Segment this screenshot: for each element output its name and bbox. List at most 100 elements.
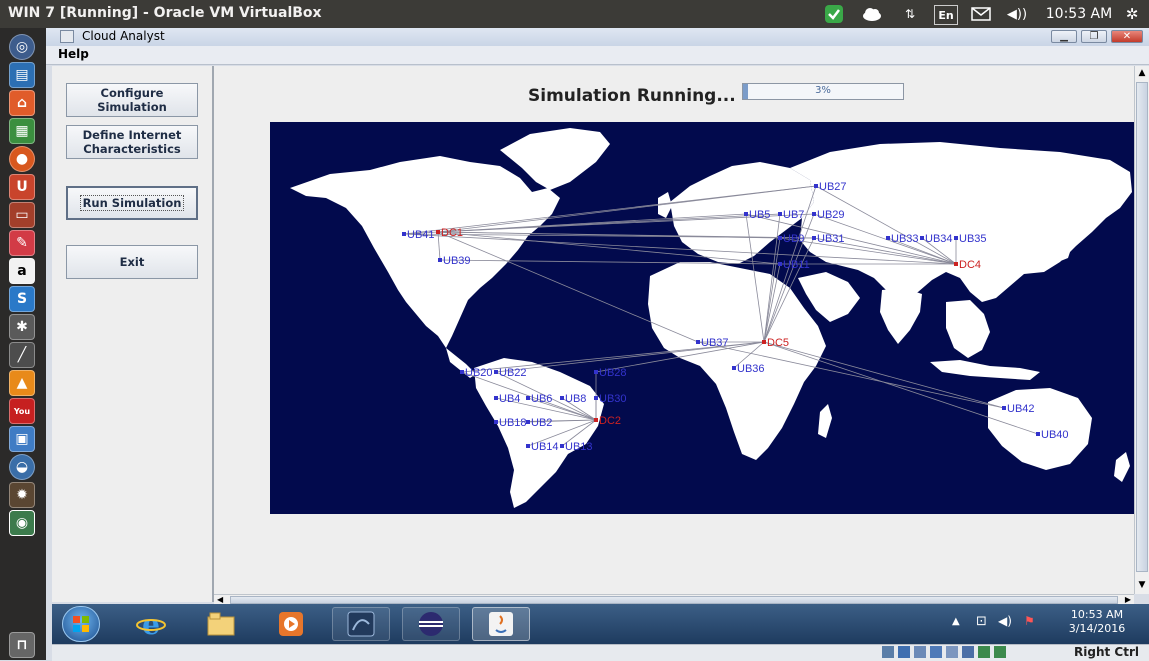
scroll-down-arrow-icon[interactable]: ▼ [1136, 580, 1148, 592]
image-viewer-icon[interactable]: ▣ [9, 426, 35, 452]
user-base-label: UB30 [599, 393, 627, 405]
system-tools-icon[interactable]: ✱ [9, 314, 35, 340]
video-capture-icon[interactable] [962, 646, 974, 658]
scroll-left-arrow-icon[interactable]: ◀ [217, 595, 223, 604]
firefox-icon[interactable]: ● [9, 146, 35, 172]
files-icon[interactable]: ▤ [9, 62, 35, 88]
datacenter-marker [762, 340, 766, 344]
app-title: Cloud Analyst [82, 29, 165, 43]
user-base-label: UB13 [565, 441, 593, 453]
user-base-label: UB14 [531, 441, 559, 453]
skype-icon[interactable]: S [9, 286, 35, 312]
gear-app-icon[interactable]: ✹ [9, 482, 35, 508]
eclipse-icon[interactable] [402, 607, 460, 641]
amazon-icon[interactable]: a [9, 258, 35, 284]
user-base-label: UB35 [959, 233, 987, 245]
scroll-up-arrow-icon[interactable]: ▲ [1136, 68, 1148, 80]
network-tray-icon[interactable]: ⊡ [976, 614, 987, 629]
mail-icon[interactable] [970, 4, 992, 24]
virtualbox-icon[interactable]: ◉ [9, 510, 35, 536]
world-map-canvas: UB41 UB39 UB27 UB29 UB31 UB33 UB34 UB35 UB11 UB5 U… [290, 128, 1132, 508]
taskbar-clock[interactable]: 10:53 AM 3/14/2016 [1062, 608, 1132, 636]
sql-tool-icon[interactable] [332, 607, 390, 641]
run-simulation-button[interactable]: Run Simulation [66, 186, 198, 220]
media-player-icon[interactable] [262, 607, 320, 641]
pen-tool-icon[interactable]: ╱ [9, 342, 35, 368]
simulation-progress-bar: 3% [742, 83, 904, 100]
user-base-marker [526, 420, 530, 424]
user-base-label: UB20 [465, 367, 493, 379]
home-folder-icon[interactable]: ⌂ [9, 90, 35, 116]
host-key-label: Right Ctrl [1074, 645, 1139, 659]
indonesia [930, 360, 1040, 380]
minimize-button[interactable]: ▁ [1051, 30, 1077, 43]
network-adapter-icon[interactable] [914, 646, 926, 658]
user-base-label: UB11 [783, 259, 810, 271]
shared-folder-icon[interactable] [930, 646, 942, 658]
java-app-icon [60, 30, 74, 43]
ubuntu-software-icon[interactable]: U [9, 174, 35, 200]
vlc-icon[interactable]: ▲ [9, 370, 35, 396]
user-base-label: UB31 [817, 233, 845, 245]
user-base-marker [1036, 432, 1040, 436]
clock[interactable]: 10:53 AM [1042, 4, 1116, 24]
volume-icon[interactable]: ◀)) [1005, 4, 1029, 24]
exit-button[interactable]: Exit [66, 245, 198, 279]
user-base-label: UB28 [599, 367, 627, 379]
scroll-right-arrow-icon[interactable]: ▶ [1125, 595, 1131, 604]
ubuntu-top-panel: WIN 7 [Running] - Oracle VM VirtualBox ⇅… [0, 0, 1149, 28]
display-icon[interactable] [946, 646, 958, 658]
new-zealand [1114, 452, 1130, 482]
unity-launcher: ◎ ▤ ⌂ ▦ ● U ▭ ✎ a S ✱ ╱ ▲ You ▣ ◒ ✹ ◉ ⊓ [0, 28, 46, 660]
configure-simulation-button[interactable]: Configure Simulation [66, 83, 198, 117]
user-base-label: UB34 [925, 233, 953, 245]
optical-drive-icon[interactable] [898, 646, 910, 658]
maximize-button[interactable]: ❐ [1081, 30, 1107, 43]
user-base-marker [494, 370, 498, 374]
disk-icon[interactable]: ◒ [9, 454, 35, 480]
network-transfer-icon[interactable]: ⇅ [900, 4, 920, 24]
show-hidden-icons-icon[interactable]: ▲ [952, 616, 960, 627]
keyboard-layout-indicator[interactable]: En [934, 5, 958, 25]
vertical-scroll-thumb[interactable] [1136, 82, 1148, 572]
vertical-scrollbar[interactable]: ▲ ▼ [1134, 66, 1149, 594]
user-base-label: UB8 [565, 393, 586, 405]
file-explorer-icon[interactable] [192, 607, 250, 641]
signature-app-icon[interactable]: ✎ [9, 230, 35, 256]
spreadsheet-icon[interactable]: ▦ [9, 118, 35, 144]
windows-logo-icon [73, 616, 89, 632]
hard-disk-icon[interactable] [882, 646, 894, 658]
mouse-integration-icon[interactable] [994, 646, 1006, 658]
trash-icon[interactable]: ⊓ [9, 632, 35, 658]
menu-help[interactable]: Help [58, 47, 89, 61]
user-base-label: UB39 [443, 255, 471, 267]
menu-bar: Help [46, 46, 1149, 65]
settings-gear-icon[interactable]: ✲ [1122, 4, 1142, 24]
south-america [474, 358, 604, 508]
archive-icon[interactable]: ▭ [9, 202, 35, 228]
horizontal-scroll-thumb[interactable] [230, 596, 1118, 604]
user-base-marker [812, 212, 816, 216]
user-base-marker [560, 396, 564, 400]
start-button[interactable] [62, 606, 100, 642]
internet-explorer-icon[interactable]: e [122, 607, 180, 641]
dash-home-icon[interactable]: ◎ [9, 34, 35, 60]
speaker-tray-icon[interactable]: ◀) [998, 614, 1012, 628]
madagascar [818, 404, 832, 438]
control-panel: Configure Simulation Define Internet Cha… [52, 66, 214, 602]
user-base-marker [1002, 406, 1006, 410]
action-center-icon[interactable]: ⚑ [1024, 614, 1035, 628]
cpu-indicator-icon[interactable] [978, 646, 990, 658]
define-internet-characteristics-button[interactable]: Define Internet Characteristics [66, 125, 198, 159]
user-base-marker [438, 258, 442, 262]
user-base-marker [812, 236, 816, 240]
taskbar-time: 10:53 AM [1070, 608, 1124, 621]
cloud-icon[interactable] [860, 4, 884, 24]
close-button[interactable]: ✕ [1111, 30, 1143, 43]
java-icon[interactable] [472, 607, 530, 641]
user-base-marker [494, 420, 498, 424]
youtube-icon[interactable]: You [9, 398, 35, 424]
update-check-icon[interactable] [824, 4, 844, 24]
user-base-label: UB36 [737, 363, 765, 375]
user-base-label: UB18 [499, 417, 527, 429]
